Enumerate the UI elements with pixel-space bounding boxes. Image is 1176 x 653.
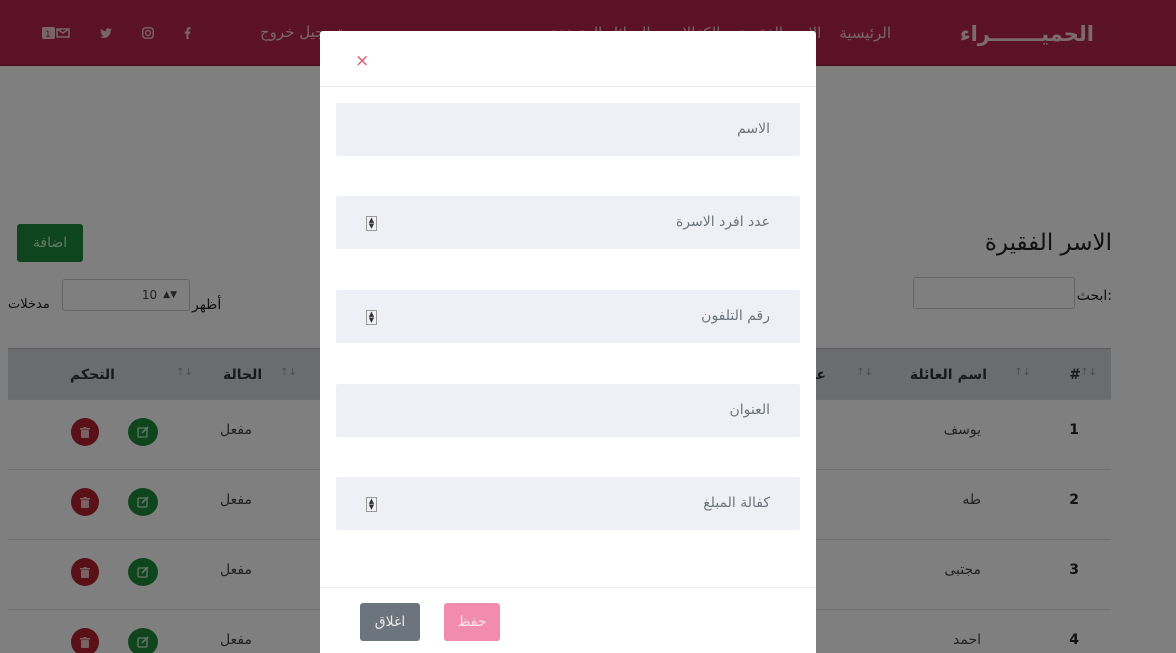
save-button[interactable]: حفظ	[444, 603, 500, 641]
name-field[interactable]: الاسم	[336, 103, 800, 156]
number-spinner-icon[interactable]: ▲ ▼	[366, 310, 377, 325]
modal-header-divider	[320, 86, 816, 87]
family-size-field[interactable]: عدد افرد الاسرة ▲ ▼	[336, 196, 800, 249]
add-family-modal: × الاسم عدد افرد الاسرة ▲ ▼ رقم التلفون ▲…	[320, 31, 816, 653]
number-spinner-icon[interactable]: ▲ ▼	[366, 216, 377, 231]
address-placeholder: العنوان	[729, 402, 770, 418]
family-size-placeholder: عدد افرد الاسرة	[675, 214, 770, 230]
phone-placeholder: رقم التلفون	[701, 308, 770, 324]
phone-field[interactable]: رقم التلفون ▲ ▼	[336, 290, 800, 343]
number-spinner-icon[interactable]: ▲ ▼	[366, 497, 377, 512]
sponsorship-amount-placeholder: كفالة المبلغ	[703, 495, 770, 511]
close-button[interactable]: اغلاق	[360, 603, 420, 641]
name-placeholder: الاسم	[737, 121, 770, 137]
sponsorship-amount-field[interactable]: كفالة المبلغ ▲ ▼	[336, 477, 800, 530]
close-icon[interactable]: ×	[355, 51, 369, 71]
modal-footer-divider	[320, 587, 816, 588]
address-field[interactable]: العنوان	[336, 384, 800, 437]
